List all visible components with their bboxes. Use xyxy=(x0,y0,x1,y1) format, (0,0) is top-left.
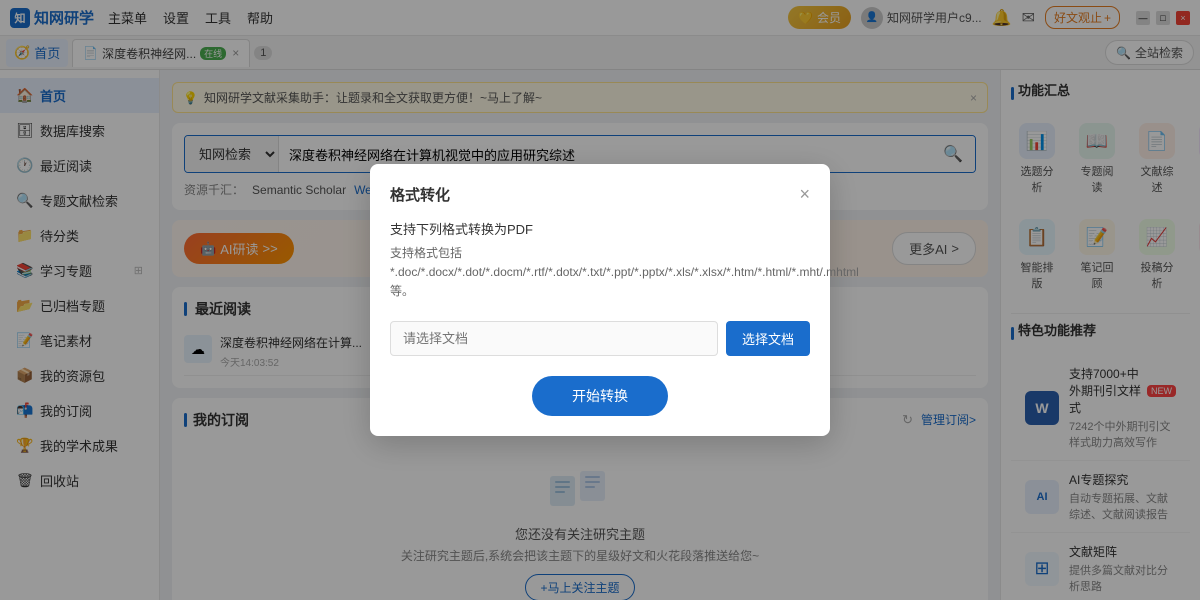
modal-choose-file-button[interactable]: 选择文档 xyxy=(726,321,810,356)
modal-file-row: 选择文档 xyxy=(390,321,810,356)
format-convert-modal: 格式转化 × 支持下列格式转换为PDF 支持格式包括*.doc/*.docx/*… xyxy=(370,164,830,437)
modal-overlay: 格式转化 × 支持下列格式转换为PDF 支持格式包括*.doc/*.docx/*… xyxy=(0,0,1200,600)
modal-subtitle: 支持下列格式转换为PDF xyxy=(390,219,810,238)
modal-footer: 开始转换 xyxy=(390,376,810,416)
modal-header: 格式转化 × xyxy=(390,184,810,205)
modal-title: 格式转化 xyxy=(390,184,450,205)
modal-description: 支持格式包括*.doc/*.docx/*.dot/*.docm/*.rtf/*.… xyxy=(390,244,810,302)
modal-close-button[interactable]: × xyxy=(799,184,810,205)
modal-file-input[interactable] xyxy=(390,321,718,356)
modal-convert-button[interactable]: 开始转换 xyxy=(532,376,668,416)
